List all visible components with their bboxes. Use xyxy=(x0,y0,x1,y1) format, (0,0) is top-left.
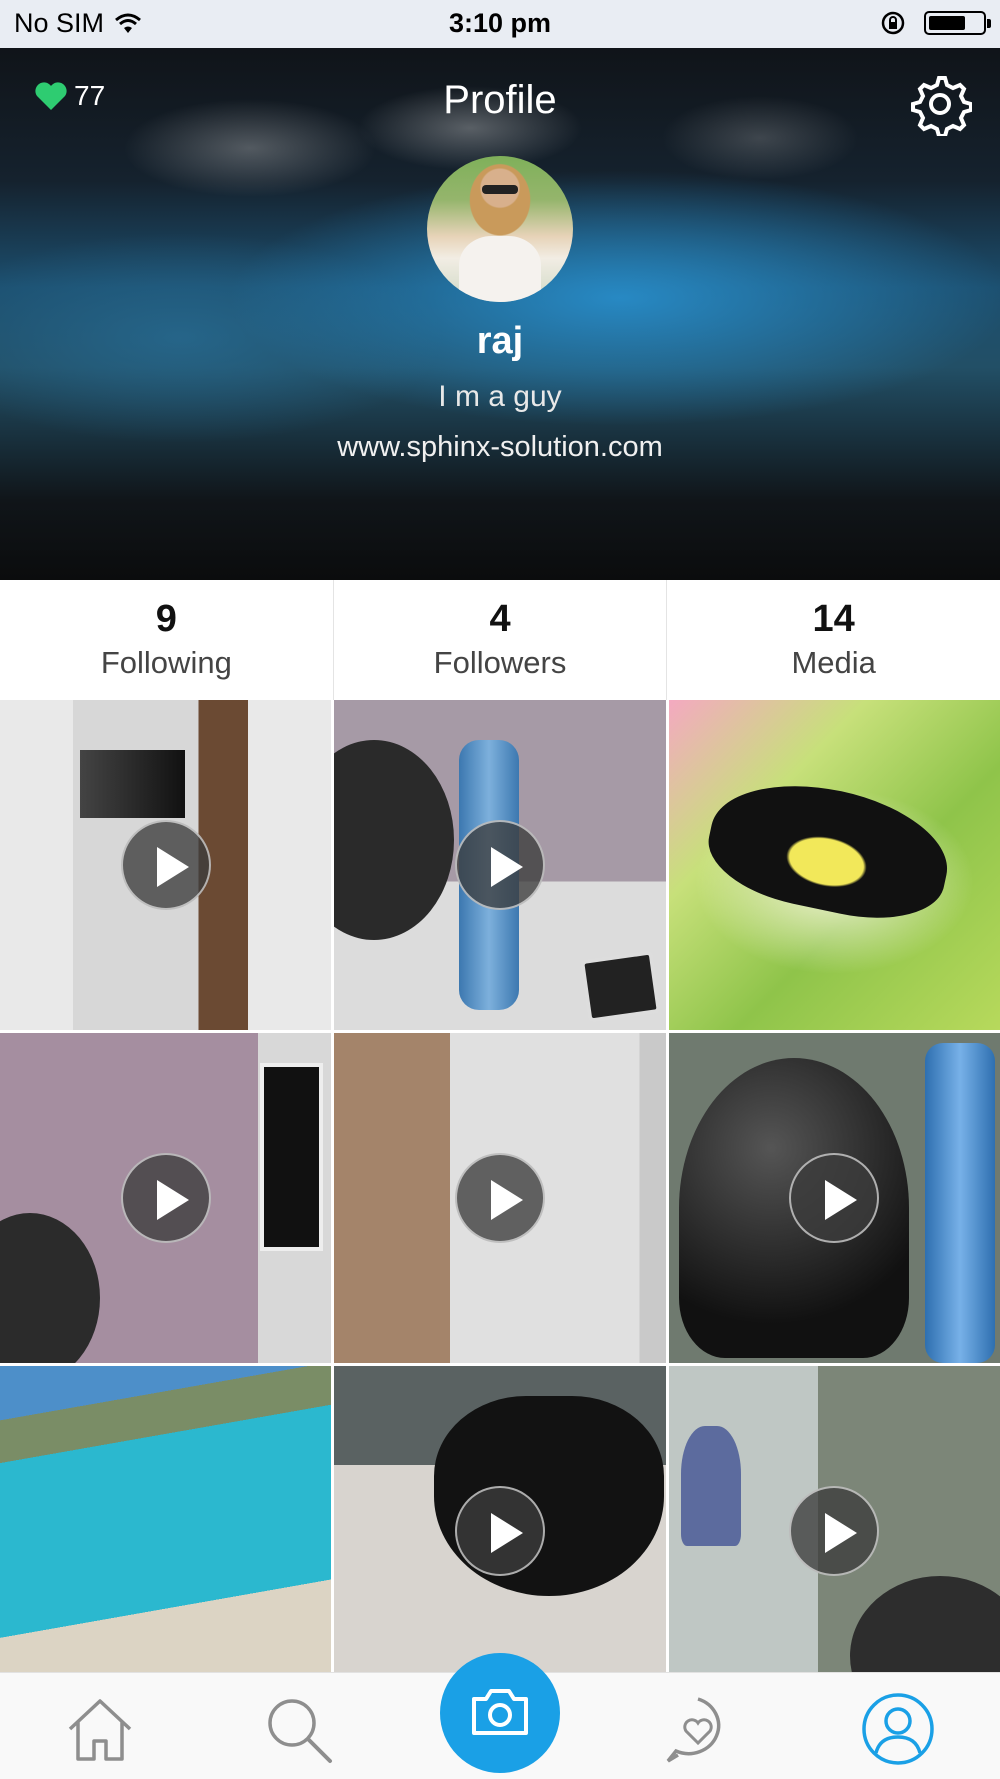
media-tile[interactable] xyxy=(334,1366,666,1672)
profile-website-link[interactable]: www.sphinx-solution.com xyxy=(0,431,1000,464)
play-icon[interactable] xyxy=(789,1153,880,1243)
play-icon[interactable] xyxy=(454,1486,545,1576)
status-right xyxy=(880,10,991,36)
profile-bio: I m a guy xyxy=(438,380,562,413)
stat-followers[interactable]: 4 Followers xyxy=(334,580,668,700)
home-icon[interactable] xyxy=(62,1691,138,1767)
stat-media[interactable]: 14 Media xyxy=(667,580,1000,700)
media-tile[interactable] xyxy=(0,1033,332,1363)
status-bar: No SIM 3:10 pm xyxy=(0,0,1000,48)
gear-icon[interactable] xyxy=(908,72,972,136)
rotation-lock-icon xyxy=(881,11,905,35)
media-tile[interactable] xyxy=(668,1033,1000,1363)
battery-icon xyxy=(924,11,991,35)
play-icon[interactable] xyxy=(454,1153,545,1243)
profile-name: raj xyxy=(476,320,524,362)
stat-following[interactable]: 9 Following xyxy=(0,580,334,700)
play-icon[interactable] xyxy=(454,820,545,910)
profile-stats: 9 Following 4 Followers 14 Media xyxy=(0,580,1000,701)
media-tile[interactable] xyxy=(668,700,1000,1030)
status-time: 3:10 pm xyxy=(448,8,552,38)
media-tile[interactable] xyxy=(0,1366,332,1672)
camera-button[interactable] xyxy=(440,1653,560,1773)
play-icon[interactable] xyxy=(120,1153,211,1243)
avatar[interactable] xyxy=(427,156,573,302)
play-icon[interactable] xyxy=(120,820,211,910)
page-title: Profile xyxy=(443,78,557,122)
stat-label: Following xyxy=(100,645,232,680)
stat-label: Followers xyxy=(433,645,567,680)
media-tile[interactable] xyxy=(0,700,332,1030)
media-tile[interactable] xyxy=(334,1033,666,1363)
stat-value: 4 xyxy=(489,598,511,640)
tab-bar xyxy=(0,1653,1000,1779)
stat-label: Media xyxy=(791,645,876,680)
stat-value: 9 xyxy=(155,598,177,640)
media-tile[interactable] xyxy=(334,700,666,1030)
media-tile[interactable] xyxy=(668,1366,1000,1672)
camera-icon xyxy=(472,1689,528,1735)
profile-header: 77 Profile raj I m a guy www.sphinx-solu… xyxy=(0,48,1000,580)
profile-icon[interactable] xyxy=(860,1691,936,1767)
media-grid xyxy=(0,700,1000,1672)
activity-heart-icon[interactable] xyxy=(660,1691,736,1767)
search-icon[interactable] xyxy=(260,1691,336,1767)
play-icon[interactable] xyxy=(789,1486,880,1576)
stat-value: 14 xyxy=(812,598,855,640)
